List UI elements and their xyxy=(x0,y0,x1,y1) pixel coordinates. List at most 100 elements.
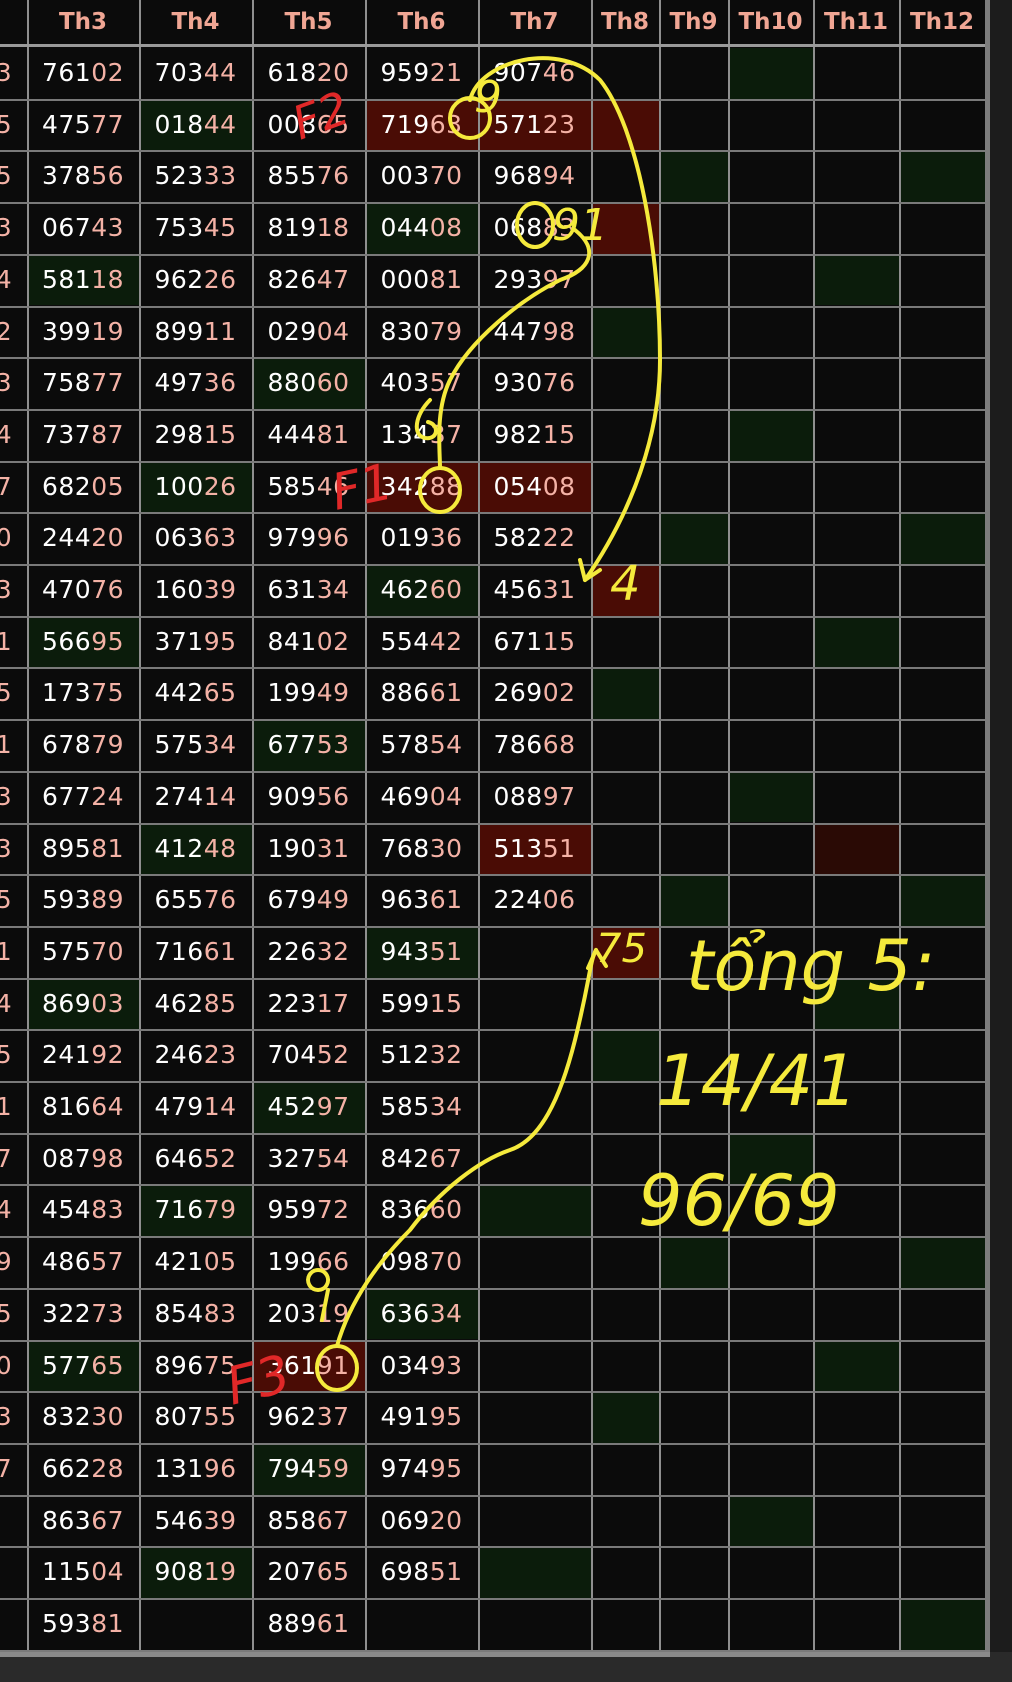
left-edge-digit: 3 xyxy=(0,213,13,243)
table-cell-digits: 13437 xyxy=(380,419,463,449)
table-cell: 47577 xyxy=(27,99,139,150)
table-cell: 29397 xyxy=(478,254,591,305)
grid-hline xyxy=(0,719,985,722)
table-cell: 46285 xyxy=(139,978,252,1029)
table-cell-digits: 89675 xyxy=(154,1350,237,1380)
table-cell: 17375 xyxy=(27,667,139,718)
left-edge-digit: 0 xyxy=(0,1350,13,1380)
table-cell: 88961 xyxy=(252,1598,365,1649)
table-cell: 42105 xyxy=(139,1236,252,1287)
table-cell: 90956 xyxy=(252,771,365,822)
table-cell-digits: 95972 xyxy=(267,1195,350,1225)
grid-hline xyxy=(0,1546,985,1549)
grid-hline xyxy=(0,512,985,515)
table-cell-digits: 24192 xyxy=(41,1040,125,1070)
column-header-th10[interactable]: Th10 xyxy=(728,0,813,46)
table-cell: 65576 xyxy=(139,874,252,925)
table-cell: 06363 xyxy=(139,512,252,563)
table-cell-digits: 69851 xyxy=(380,1557,463,1587)
table-cell: 01844 xyxy=(139,99,252,150)
table-cell-digits: 44481 xyxy=(267,419,350,449)
grid-hline xyxy=(0,357,985,360)
table-cell-digits: 97996 xyxy=(267,523,350,553)
column-header-th11[interactable]: Th11 xyxy=(813,0,899,46)
table-cell: 71963 xyxy=(365,99,478,150)
column-header-th7[interactable]: Th7 xyxy=(478,0,591,46)
table-cell-digits: 04408 xyxy=(380,213,463,243)
table-cell-digits: 49736 xyxy=(154,368,237,398)
grid-hline xyxy=(0,1442,985,1445)
table-cell: 20319 xyxy=(252,1288,365,1339)
table-cell: 97996 xyxy=(252,512,365,563)
table-cell: 61820 xyxy=(252,47,365,98)
table-cell-digits: 08897 xyxy=(493,781,576,811)
table-cell-digits: 16039 xyxy=(154,575,237,604)
table-cell-digits: 32754 xyxy=(267,1143,350,1173)
table-cell-digits: 36191 xyxy=(267,1350,350,1380)
table-cell: 24420 xyxy=(27,512,139,563)
table-cell-digits: 02904 xyxy=(267,316,350,346)
vertical-scrollbar[interactable] xyxy=(985,0,1012,1682)
left-edge-digit: 3 xyxy=(0,1402,13,1432)
table-cell-digits: 89581 xyxy=(41,833,125,863)
table-cell: 01936 xyxy=(365,512,478,563)
table-cell-digits: 59381 xyxy=(41,1609,125,1638)
table-cell: 76830 xyxy=(365,823,478,874)
table-cell-digits: 34288 xyxy=(380,471,463,501)
table-cell: 20765 xyxy=(252,1546,365,1597)
table-cell-digits: 68205 xyxy=(41,471,125,501)
cell-highlight-green xyxy=(592,668,659,720)
table-cell: 36191 xyxy=(252,1340,365,1391)
table-cell: 45297 xyxy=(252,1081,365,1132)
left-edge-digit: 4 xyxy=(0,1195,13,1225)
table-cell-digits: 40357 xyxy=(380,368,463,398)
table-cell: 59915 xyxy=(365,978,478,1029)
table-cell: 39919 xyxy=(27,306,139,357)
table-cell-digits: 37195 xyxy=(154,626,237,656)
table-cell-digits: 26902 xyxy=(493,678,576,708)
column-header-th3[interactable]: Th3 xyxy=(27,0,139,46)
column-header-th5[interactable]: Th5 xyxy=(252,0,365,46)
left-edge-digit: 3 xyxy=(0,833,13,863)
column-header-th12[interactable]: Th12 xyxy=(899,0,985,46)
table-cell-digits: 13196 xyxy=(154,1453,237,1483)
table-cell-digits: 63634 xyxy=(380,1298,463,1328)
results-grid: Th3 Th4 Th5 Th6 Th7 Th8 Th9 Th10 Th11 Th12 3 76102… xyxy=(0,0,987,1652)
table-cell: 59381 xyxy=(27,1598,139,1649)
table-cell: 63134 xyxy=(252,564,365,615)
table-cell-digits: 71661 xyxy=(154,936,237,966)
horizontal-scrollbar[interactable] xyxy=(0,1652,1012,1682)
table-cell-digits: 86367 xyxy=(41,1505,125,1535)
table-cell: 88661 xyxy=(365,667,478,718)
table-cell: 46904 xyxy=(365,771,478,822)
table-cell: 19949 xyxy=(252,667,365,718)
table-cell: 95921 xyxy=(365,47,478,98)
table-cell-digits: 11504 xyxy=(41,1557,125,1587)
left-edge-digit: 3 xyxy=(0,58,13,87)
grid-hline xyxy=(0,1029,985,1032)
table-cell: 81918 xyxy=(252,202,365,253)
table-cell-digits: 10026 xyxy=(154,471,237,501)
cell-highlight-green xyxy=(814,978,899,1030)
column-header-th9[interactable]: Th9 xyxy=(659,0,728,46)
column-header-blank[interactable] xyxy=(0,0,27,46)
table-cell-digits: 90746 xyxy=(493,58,576,87)
cell-highlight-green xyxy=(814,1340,899,1392)
left-edge-digit: 3 xyxy=(0,781,13,811)
grid-hline xyxy=(0,460,985,463)
column-header-th6[interactable]: Th6 xyxy=(365,0,478,46)
cell-highlight-green xyxy=(592,1392,659,1443)
left-edge-digit: 2 xyxy=(0,316,13,346)
table-cell: 67949 xyxy=(252,874,365,925)
table-cell: 58546 xyxy=(252,461,365,512)
table-cell-digits: 97495 xyxy=(380,1453,463,1483)
table-cell-digits: 67949 xyxy=(267,885,350,915)
table-cell-digits: 47914 xyxy=(154,1092,237,1121)
table-cell: 57570 xyxy=(27,926,139,977)
table-cell: 16039 xyxy=(139,564,252,615)
column-header-th4[interactable]: Th4 xyxy=(139,0,252,46)
table-cell-digits: 24420 xyxy=(41,523,125,553)
table-cell: 54639 xyxy=(139,1495,252,1546)
grid-hline xyxy=(0,615,985,618)
column-header-th8[interactable]: Th8 xyxy=(591,0,659,46)
